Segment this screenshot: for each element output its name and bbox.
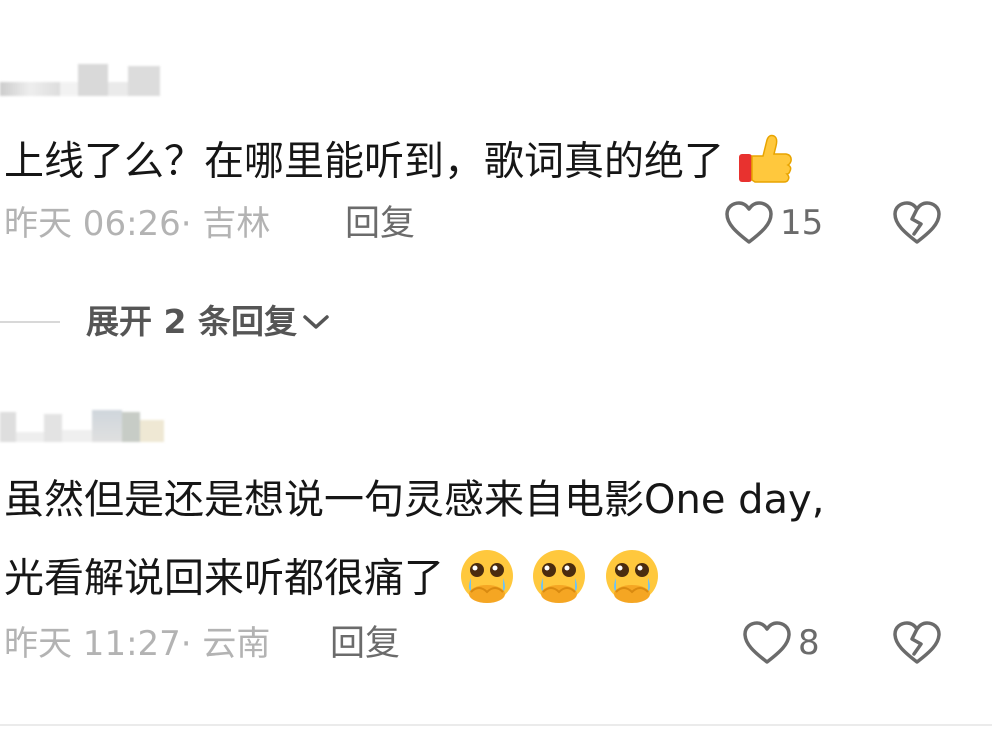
dislike-button[interactable]: [892, 620, 942, 670]
comment-location: 云南: [202, 624, 271, 664]
chevron-down-icon: [303, 314, 329, 329]
comment-meta: 昨天 06:26· 吉林: [4, 207, 270, 241]
reply-button[interactable]: 回复: [345, 207, 415, 242]
dislike-button[interactable]: [892, 200, 942, 250]
comment-time: 昨天 06:26·: [4, 204, 192, 244]
comment-time: 昨天 11:27·: [4, 624, 192, 664]
comment-text-line-1: 虽然但是还是想说一句灵感来自电影One day,: [4, 477, 825, 523]
expand-replies-button[interactable]: 展开 2 条回复: [0, 305, 331, 338]
divider-line: [0, 320, 60, 323]
crying-face-icon: [602, 548, 662, 613]
username-avatar-blurred[interactable]: [0, 62, 160, 96]
crying-face-icon: [529, 548, 589, 613]
comment-body: 上线了么？在哪里能听到，歌词真的绝了: [4, 138, 724, 185]
bottom-divider: [0, 724, 992, 726]
comment-meta: 昨天 11:27· 云南: [4, 627, 270, 661]
broken-heart-icon: [893, 201, 941, 244]
heart-icon: [743, 621, 791, 664]
expand-replies-label: 展开 2 条回复: [86, 302, 297, 341]
comment-text-line-2: 光看解说回来听都很痛了: [4, 548, 662, 613]
crying-face-icon: [457, 548, 517, 613]
like-count: 15: [780, 203, 824, 243]
broken-heart-icon: [893, 621, 941, 664]
username-avatar-blurred[interactable]: [0, 410, 164, 442]
thumbs-up-icon: [737, 134, 793, 193]
comment-location: 吉林: [202, 204, 271, 244]
reply-button[interactable]: 回复: [330, 627, 400, 662]
like-count: 8: [798, 623, 820, 663]
like-button[interactable]: 15: [724, 200, 823, 246]
comment-text: 上线了么？在哪里能听到，歌词真的绝了: [4, 134, 793, 193]
like-button[interactable]: 8: [742, 620, 820, 666]
heart-icon: [725, 201, 773, 244]
comment-body: 光看解说回来听都很痛了: [4, 555, 444, 602]
